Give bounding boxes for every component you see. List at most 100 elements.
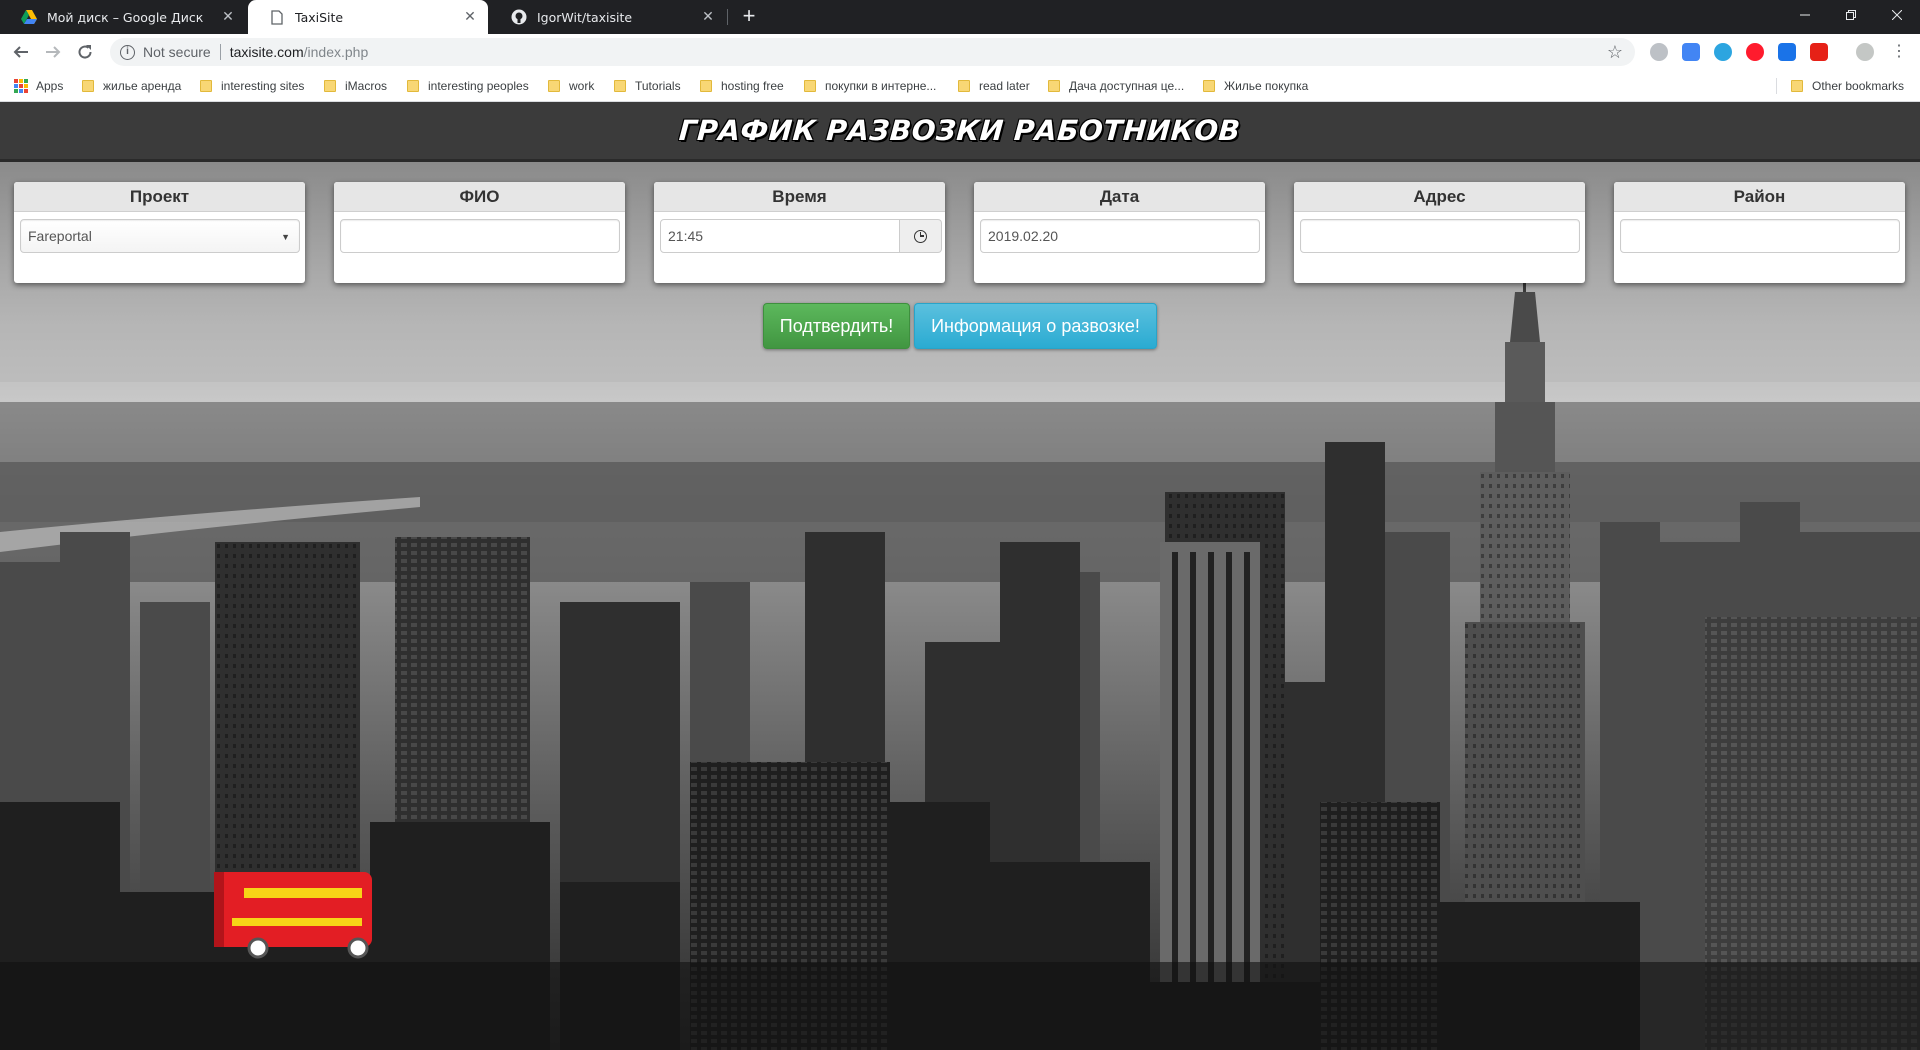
bookmark-apps[interactable]: Apps — [14, 77, 63, 95]
reload-icon — [78, 45, 92, 59]
clock-icon — [914, 229, 927, 243]
fio-label: ФИО — [334, 182, 625, 212]
folder-icon — [1048, 80, 1060, 92]
bookmark-folder[interactable]: жилье аренда — [82, 77, 181, 95]
url-path: /index.php — [303, 44, 369, 60]
browser-toolbar: i Not secure taxisite.com/index.php ☆ ⋮ — [0, 34, 1920, 70]
bookmark-folder[interactable]: interesting peoples — [407, 77, 529, 95]
folder-icon — [407, 80, 419, 92]
back-button[interactable] — [8, 39, 34, 65]
folder-icon — [324, 80, 336, 92]
time-input[interactable]: 21:45 — [660, 219, 900, 253]
tab-taxisite[interactable]: TaxiSite ✕ — [248, 0, 488, 34]
site-header: ГРАФИК РАЗВОЗКИ РАБОТНИКОВ — [0, 102, 1920, 162]
bookmark-label: покупки в интерне... — [825, 79, 937, 93]
security-status: Not secure — [143, 44, 211, 60]
close-icon[interactable]: ✕ — [462, 9, 478, 25]
project-select[interactable]: Fareportal ▼ — [20, 219, 300, 253]
bookmark-folder[interactable]: покупки в интерне... — [804, 77, 936, 95]
restore-icon[interactable] — [1828, 0, 1874, 30]
bookmark-label: read later — [979, 79, 1030, 93]
date-input[interactable]: 2019.02.20 — [980, 219, 1260, 253]
transport-info-button[interactable]: Информация о развозке! — [914, 303, 1157, 349]
confirm-button[interactable]: Подтвердить! — [763, 303, 910, 349]
project-select-value: Fareportal — [28, 228, 92, 244]
folder-icon — [1791, 80, 1803, 92]
time-picker: 21:45 — [660, 219, 945, 253]
profile-avatar-icon[interactable] — [1856, 43, 1874, 61]
close-window-icon[interactable] — [1874, 0, 1920, 30]
bookmark-folder[interactable]: work — [548, 77, 594, 95]
divider — [219, 44, 221, 60]
time-label: Время — [654, 182, 945, 212]
bookmark-folder[interactable]: hosting free — [700, 77, 784, 95]
page-title: ГРАФИК РАЗВОЗКИ РАБОТНИКОВ — [678, 114, 1242, 147]
folder-icon — [614, 80, 626, 92]
globe-extension-icon[interactable] — [1650, 43, 1668, 61]
fio-input[interactable] — [340, 219, 620, 253]
bookmark-folder[interactable]: Дача доступная це... — [1048, 77, 1184, 95]
bookmark-other[interactable]: Other bookmarks — [1791, 77, 1904, 95]
forward-button[interactable] — [40, 39, 66, 65]
youtube-extension-icon[interactable] — [1810, 43, 1828, 61]
opera-extension-icon[interactable] — [1746, 43, 1764, 61]
district-label: Район — [1614, 182, 1905, 212]
district-input[interactable] — [1620, 219, 1900, 253]
menu-kebab-icon[interactable]: ⋮ — [1890, 43, 1908, 61]
time-picker-button[interactable] — [900, 219, 942, 253]
translate-extension-icon[interactable] — [1682, 43, 1700, 61]
bookmark-folder[interactable]: iMacros — [324, 77, 387, 95]
new-tab-button[interactable]: + — [737, 5, 761, 29]
google-drive-icon — [21, 9, 37, 25]
bookmark-label: Other bookmarks — [1812, 79, 1905, 93]
project-label: Проект — [14, 182, 305, 212]
address-label: Адрес — [1294, 182, 1585, 212]
address-input[interactable] — [1300, 219, 1580, 253]
bookmark-folder[interactable]: Жилье покупка — [1203, 77, 1308, 95]
telegram-extension-icon[interactable] — [1714, 43, 1732, 61]
folder-icon — [700, 80, 712, 92]
folder-icon — [200, 80, 212, 92]
project-card: Проект Fareportal ▼ — [14, 182, 305, 283]
browser-tab-strip: Мой диск – Google Диск ✕ TaxiSite ✕ Igor… — [0, 0, 1920, 34]
bookmark-label: жилье аренда — [103, 79, 182, 93]
page-viewport: ГРАФИК РАЗВОЗКИ РАБОТНИКОВ Проект Farepo… — [0, 102, 1920, 1050]
folder-icon — [958, 80, 970, 92]
bookmark-label: work — [569, 79, 595, 93]
bookmark-label: Дача доступная це... — [1069, 79, 1185, 93]
folder-icon — [82, 80, 94, 92]
apps-grid-icon — [14, 79, 28, 93]
bookmark-folder[interactable]: read later — [958, 77, 1030, 95]
github-icon — [511, 9, 527, 25]
url-host: taxisite.com — [229, 44, 304, 60]
back-arrow-icon — [13, 46, 28, 58]
bookmark-label: Apps — [36, 79, 64, 93]
bookmark-star-icon[interactable]: ☆ — [1607, 42, 1623, 63]
screenshot-extension-icon[interactable] — [1778, 43, 1796, 61]
time-card: Время 21:45 — [654, 182, 945, 283]
bookmark-folder[interactable]: Tutorials — [614, 77, 681, 95]
date-label: Дата — [974, 182, 1265, 212]
address-bar[interactable]: i Not secure taxisite.com/index.php ☆ — [110, 38, 1635, 66]
page-icon — [269, 9, 285, 25]
bookmarks-bar: Apps жилье аренда interesting sites iMac… — [0, 70, 1920, 102]
close-icon[interactable]: ✕ — [220, 9, 236, 25]
minimize-icon[interactable] — [1782, 0, 1828, 30]
forward-arrow-icon — [46, 46, 61, 58]
tab-title: IgorWit/taxisite — [537, 9, 633, 25]
folder-icon — [804, 80, 816, 92]
address-card: Адрес — [1294, 182, 1585, 283]
bookmark-label: hosting free — [721, 79, 784, 93]
caret-down-icon: ▼ — [281, 232, 290, 242]
tab-google-drive[interactable]: Мой диск – Google Диск ✕ — [0, 0, 246, 34]
reload-button[interactable] — [72, 39, 98, 65]
close-icon[interactable]: ✕ — [700, 9, 716, 25]
tab-separator — [727, 9, 728, 25]
info-icon[interactable]: i — [120, 44, 135, 60]
bookmark-folder[interactable]: interesting sites — [200, 77, 304, 95]
bookmark-label: Жилье покупка — [1224, 79, 1309, 93]
tab-title: Мой диск – Google Диск — [47, 9, 204, 25]
bookmark-label: interesting peoples — [428, 79, 529, 93]
folder-icon — [1203, 80, 1215, 92]
tab-github[interactable]: IgorWit/taxisite ✕ — [490, 0, 726, 34]
